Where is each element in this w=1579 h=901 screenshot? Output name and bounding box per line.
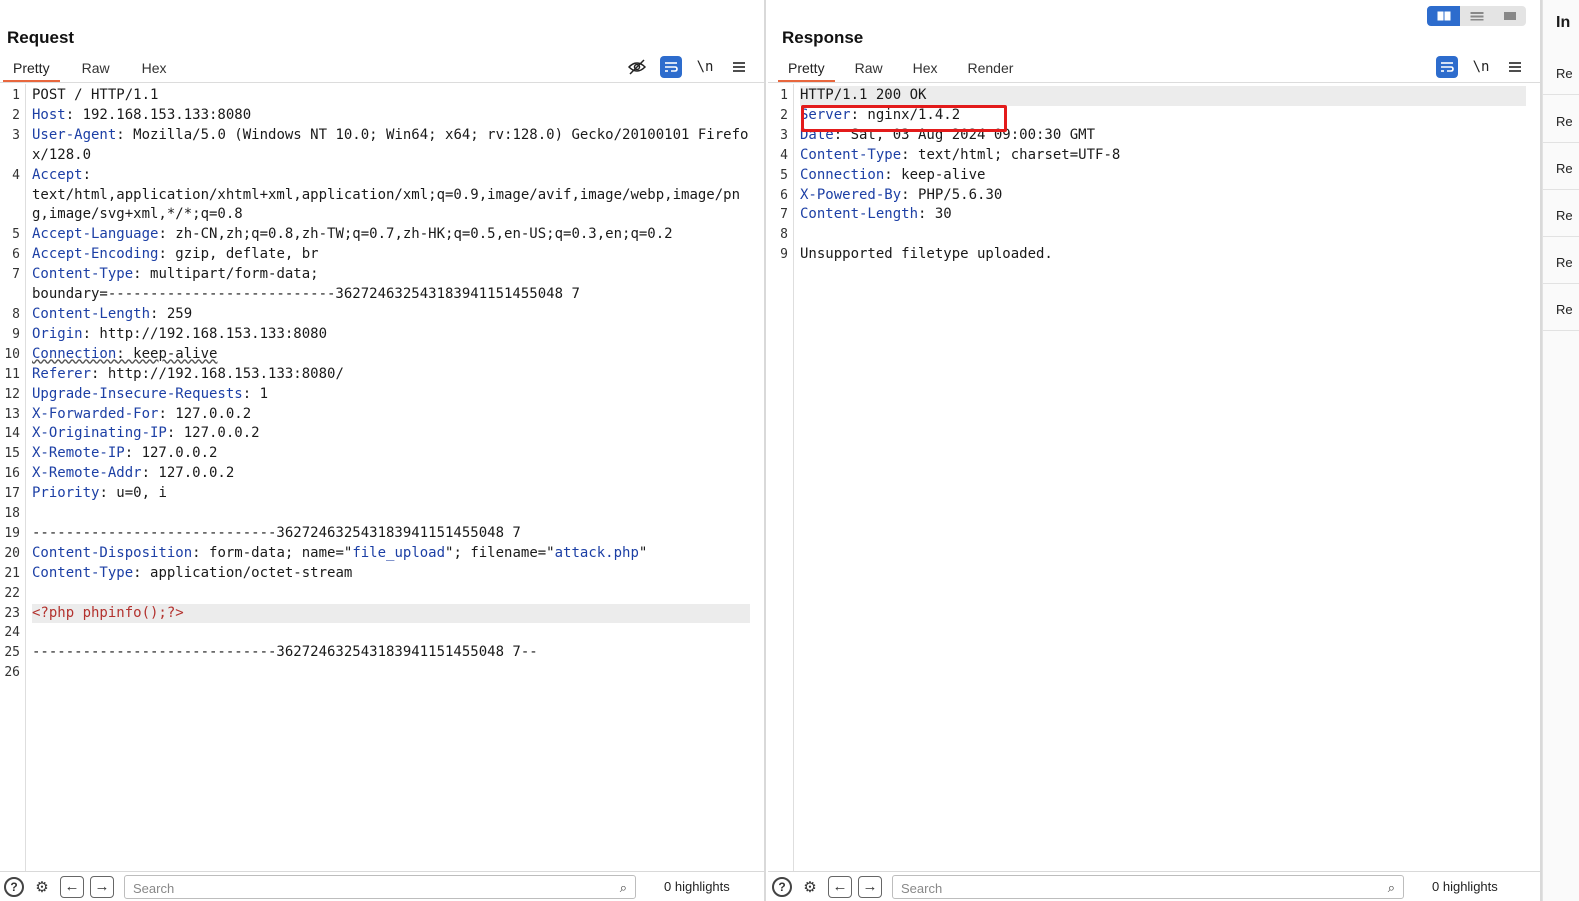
code-line: 16 X-Remote-Addr: 127.0.0.2 — [4, 465, 235, 482]
code-line: 9 Origin: http://192.168.153.133:8080 — [12, 325, 328, 342]
inspector-panel: In Re Re Re Re Re Re — [1542, 0, 1579, 901]
code-line: 18 — [4, 506, 20, 522]
settings-icon[interactable]: ⚙ — [798, 875, 822, 899]
inspector-row[interactable]: Re — [1543, 284, 1579, 331]
request-tabs: Pretty Raw Hex — [3, 57, 189, 83]
eye-slash-icon[interactable] — [626, 56, 648, 78]
code-line: 22 — [4, 585, 20, 601]
tab-hex[interactable]: Hex — [903, 57, 948, 83]
response-toolbar: \n — [1436, 56, 1526, 78]
response-code[interactable]: 1 HTTP/1.1 200 OK 2 Server: nginx/1.4.2 3D… — [780, 86, 1526, 265]
code-line: 7 Content-Length: 30 — [780, 206, 952, 223]
search-icon[interactable]: ⌕ — [620, 880, 627, 896]
code-line: 3 User-Agent: Mozilla/5.0 (Windows NT 10.… — [12, 126, 749, 163]
single-view-icon[interactable] — [1493, 6, 1526, 26]
code-line: 8 — [780, 227, 788, 243]
split-horizontal-icon[interactable] — [1427, 6, 1460, 26]
inspector-row[interactable]: Re — [1543, 48, 1579, 95]
code-line: 15 X-Remote-IP: 127.0.0.2 — [4, 445, 218, 462]
code-line: 5 Accept-Language: zh-CN,zh;q=0.8,zh-TW;q… — [12, 226, 673, 243]
highlights-count: 0 highlights — [664, 879, 730, 894]
response-search-bar: ? ⚙ ← → Search ⌕ 0 highlights — [768, 871, 1540, 901]
code-line: 6 Accept-Encoding: gzip, deflate, br — [12, 246, 319, 263]
code-line: 2 Server: nginx/1.4.2 — [780, 106, 961, 123]
highlights-count: 0 highlights — [1432, 879, 1498, 894]
forward-arrow-icon[interactable]: → — [90, 875, 114, 898]
split-vertical-icon[interactable] — [1460, 6, 1493, 26]
code-line: 1 POST / HTTP/1.1 — [12, 87, 159, 103]
code-line: 11 Referer: http://192.168.153.133:8080/ — [4, 365, 344, 382]
code-line: 3 Date: Sat, 03 Aug 2024 09:00:30 GMT — [780, 126, 1096, 143]
response-title: Response — [782, 28, 864, 47]
request-editor[interactable]: 1 POST / HTTP/1.1 2 Host: 192.168.153.133:… — [0, 84, 764, 871]
code-line: 14 X-Originating-IP: 127.0.0.2 — [4, 425, 260, 442]
code-line: 17 Priority: u=0, i — [4, 485, 167, 502]
request-pane: Request Pretty Raw Hex \n 1 POST / HTTP/1… — [0, 0, 766, 901]
code-line: 5 Connection: keep-alive — [780, 166, 986, 183]
request-title: Request — [7, 28, 75, 47]
code-line: 24 — [4, 625, 20, 641]
forward-arrow-icon[interactable]: → — [858, 875, 882, 898]
code-line: 20 Content-Disposition: form-data; name="… — [4, 544, 648, 561]
code-line: 7 Content-Type: multipart/form-data; bound… — [12, 266, 580, 303]
request-search-bar: ? ⚙ ← → Search ⌕ 0 highlights — [0, 871, 764, 901]
code-line: 12 Upgrade-Insecure-Requests: 1 — [4, 385, 269, 402]
newline-toggle[interactable]: \n — [694, 56, 716, 78]
inspector-row[interactable]: Re — [1543, 190, 1579, 237]
hamburger-menu-icon[interactable] — [728, 56, 750, 78]
hamburger-menu-icon[interactable] — [1504, 56, 1526, 78]
tab-raw[interactable]: Raw — [845, 57, 893, 83]
code-line: 4 Content-Type: text/html; charset=UTF-8 — [780, 146, 1121, 163]
response-search-input[interactable]: Search ⌕ — [892, 874, 1404, 899]
request-code[interactable]: 1 POST / HTTP/1.1 2 Host: 192.168.153.133:… — [4, 86, 750, 683]
code-line: 23 <?php phpinfo();?> — [4, 603, 750, 624]
code-line: 4 Accept: text/html,application/xhtml+xml,… — [12, 166, 741, 223]
tab-render[interactable]: Render — [958, 57, 1024, 83]
code-line: 6 X-Powered-By: PHP/5.6.30 — [780, 186, 1003, 203]
layout-switch — [1427, 6, 1526, 26]
code-line: 21 Content-Type: application/octet-stream — [4, 564, 353, 581]
back-arrow-icon[interactable]: ← — [828, 875, 852, 898]
code-line: 9 Unsupported filetype uploaded. — [780, 246, 1053, 263]
request-toolbar: \n — [626, 56, 750, 78]
code-line: 8 Content-Length: 259 — [12, 305, 193, 322]
code-line: 25 -----------------------------362724632… — [4, 644, 538, 661]
inspector-row[interactable]: Re — [1543, 237, 1579, 284]
response-editor[interactable]: 1 HTTP/1.1 200 OK 2 Server: nginx/1.4.2 3D… — [768, 84, 1540, 871]
response-pane: Response Pretty Raw Hex Render \n 1 HTTP/… — [768, 0, 1542, 901]
inspector-title: In — [1556, 14, 1571, 31]
code-line: 1 HTTP/1.1 200 OK — [780, 86, 1526, 106]
inspector-row[interactable]: Re — [1543, 143, 1579, 190]
search-icon[interactable]: ⌕ — [1388, 880, 1395, 896]
tab-pretty[interactable]: Pretty — [3, 57, 60, 83]
newline-toggle[interactable]: \n — [1470, 56, 1492, 78]
code-line: 10 Connection: keep-alive — [4, 345, 218, 362]
request-search-input[interactable]: Search ⌕ — [124, 874, 636, 899]
code-line: 19 -----------------------------362724632… — [4, 524, 521, 541]
help-icon[interactable]: ? — [4, 876, 24, 897]
tab-pretty[interactable]: Pretty — [778, 57, 835, 83]
code-line: 2 Host: 192.168.153.133:8080 — [12, 106, 252, 123]
tab-hex[interactable]: Hex — [132, 57, 177, 83]
wrap-lines-icon[interactable] — [660, 56, 682, 78]
settings-icon[interactable]: ⚙ — [30, 875, 54, 899]
back-arrow-icon[interactable]: ← — [60, 875, 84, 898]
tab-raw[interactable]: Raw — [72, 57, 120, 83]
code-line: 26 — [4, 665, 20, 681]
code-line: 13 X-Forwarded-For: 127.0.0.2 — [4, 405, 252, 422]
wrap-lines-icon[interactable] — [1436, 56, 1458, 78]
response-tabs: Pretty Raw Hex Render — [778, 57, 1033, 83]
help-icon[interactable]: ? — [772, 876, 792, 897]
inspector-row[interactable]: Re — [1543, 96, 1579, 143]
